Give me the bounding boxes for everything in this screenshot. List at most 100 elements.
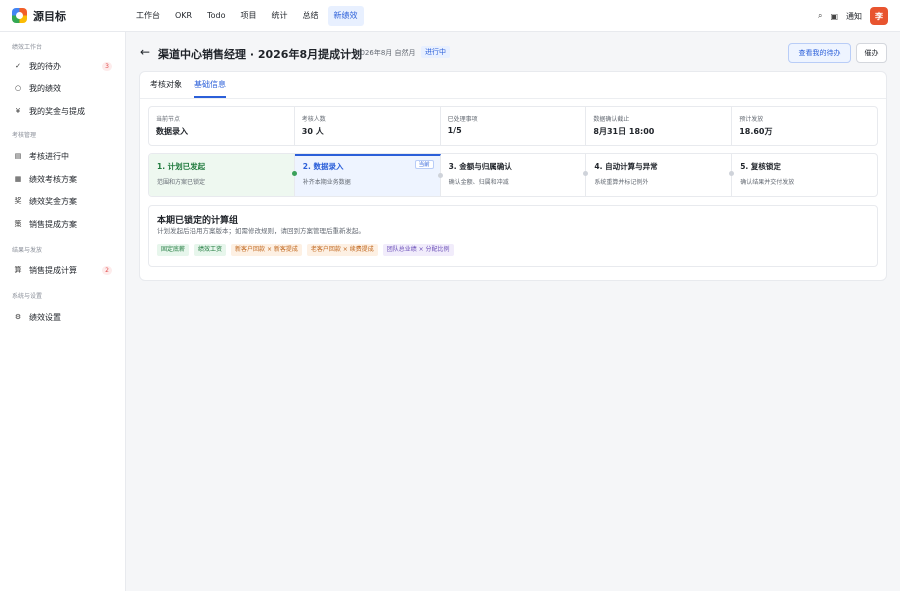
calc-chip: 绩效工资 [194, 244, 227, 256]
yen-icon: ¥ [15, 107, 21, 115]
step-auto-calc[interactable]: 4. 自动计算与异常 系统重算并标记例外 [586, 154, 735, 196]
stat-current-node: 当前节点 数据录入 [149, 107, 295, 145]
sidebar-item-label: 我的绩效 [29, 83, 61, 93]
calc-chip: 老客户回款 × 续费提成 [306, 244, 378, 256]
stat-value: 8月31日 18:00 [593, 127, 655, 136]
step-review-lock[interactable]: 5. 复核锁定 确认结果并交付发放 [732, 154, 877, 196]
calc-chip: 新客户回款 × 新客提成 [231, 244, 302, 256]
current-step-badge: 当前 [414, 160, 434, 169]
sidebar: 绩效工作台 ✓ 我的待办 3 ○ 我的绩效 ¥ 我的奖金与提成 考核管理 ▤ 考… [0, 32, 126, 591]
nav-new-performance[interactable]: 新绩效 [327, 5, 364, 26]
step-desc: 范围和方案已锁定 [157, 179, 206, 186]
step-title: 3. 金额与归属确认 [448, 162, 512, 171]
step-plan-launched[interactable]: 1. 计划已发起 范围和方案已锁定 [149, 154, 297, 196]
sidebar-item-label: 我的待办 [29, 61, 61, 71]
list-icon: ▤ [14, 152, 22, 160]
step-dot [291, 171, 297, 176]
stat-label: 预计发放 [739, 116, 764, 123]
plan-period: 2026年8月 自然月 [356, 49, 416, 57]
sidebar-item-commission-plan[interactable]: 策 销售提成方案 [0, 214, 126, 234]
stat-value: 30 人 [301, 127, 324, 136]
step-desc: 补齐本期业务数据 [302, 179, 351, 186]
gear-icon: ⚙ [14, 313, 22, 321]
sidebar-item-my-todo[interactable]: ✓ 我的待办 3 [0, 56, 126, 76]
view-my-todo-button[interactable]: 查看我的待办 [788, 43, 851, 63]
stat-value: 数据录入 [156, 127, 188, 136]
sidebar-item-performance-settings[interactable]: ⚙ 绩效设置 [0, 307, 126, 327]
stat-expected-payout: 预计发放 18.60万 [732, 107, 877, 145]
step-title: 4. 自动计算与异常 [594, 162, 658, 171]
calc-count-badge: 2 [102, 265, 112, 275]
notification-link[interactable]: 通知 [846, 11, 862, 22]
sidebar-item-label: 销售提成方案 [29, 219, 77, 229]
stat-deadline: 数据确认截止 8月31日 18:00 [586, 107, 733, 145]
stats-summary: 当前节点 数据录入 考核人数 30 人 已处理事项 1/5 数据确认截止 8月3… [148, 106, 878, 146]
calc-chip: 固定底薪 [157, 244, 190, 256]
sidebar-item-in-progress[interactable]: ▤ 考核进行中 [0, 146, 126, 166]
urge-button[interactable]: 催办 [856, 43, 887, 63]
sidebar-item-assessment-plan[interactable]: ▦ 绩效考核方案 [0, 169, 126, 189]
plan-detail-card: 考核对象 基础信息 当前节点 数据录入 考核人数 30 人 已处理事项 1/5 … [139, 71, 887, 281]
detail-tabs: 考核对象 基础信息 [150, 72, 238, 98]
circle-icon: ○ [14, 84, 22, 92]
avatar[interactable]: 李 [870, 7, 888, 25]
back-arrow-icon[interactable]: ← [140, 45, 150, 59]
sidebar-item-bonus-plan[interactable]: 奖 绩效奖金方案 [0, 191, 126, 211]
tab-basic-info[interactable]: 基础信息 [194, 72, 226, 98]
nav-stats[interactable]: 统计 [266, 6, 294, 26]
step-desc: 确认结果并交付发放 [740, 179, 795, 186]
calc-chip-list: 固定底薪 绩效工资 新客户回款 × 新客提成 老客户回款 × 续费提成 团队总业… [157, 244, 459, 256]
stat-label: 已处理事项 [447, 116, 478, 123]
stat-label: 考核人数 [301, 116, 326, 123]
step-data-entry[interactable]: 2. 数据录入 补齐本期业务数据 当前 [294, 154, 443, 196]
grid-icon: ▦ [14, 175, 22, 183]
status-badge: 进行中 [421, 46, 450, 58]
step-desc: 系统重算并标记例外 [594, 179, 649, 186]
top-bar: 源目标 工作台 OKR Todo 项目 统计 总结 新绩效 ⌕ ▣ 通知 李 [0, 0, 900, 32]
sidebar-group-settings: 系统与设置 [12, 293, 43, 300]
check-icon: ✓ [15, 62, 21, 70]
nav-workbench[interactable]: 工作台 [130, 6, 166, 26]
sidebar-item-label: 销售提成计算 [29, 265, 77, 275]
stat-value: 1/5 [447, 126, 462, 135]
sidebar-item-label: 考核进行中 [29, 151, 69, 161]
app-logo[interactable]: 源目标 [12, 8, 130, 24]
stat-value: 18.60万 [739, 127, 773, 136]
stat-processed: 已处理事项 1/5 [441, 107, 587, 145]
main-nav: 工作台 OKR Todo 项目 统计 总结 新绩效 [130, 0, 367, 32]
step-title: 5. 复核锁定 [740, 162, 781, 171]
sidebar-item-my-bonus[interactable]: ¥ 我的奖金与提成 [0, 101, 126, 121]
locked-calc-groups: 本期已锁定的计算组 计划发起后沿用方案版本；如需修改规则，请回到方案管理后重新发… [148, 205, 878, 267]
sidebar-group-workbench: 绩效工作台 [12, 44, 43, 51]
tab-assessment-targets[interactable]: 考核对象 [150, 72, 182, 98]
tabs-divider [140, 98, 886, 99]
sidebar-item-label: 绩效考核方案 [29, 174, 77, 184]
calc-icon: 算 [14, 266, 22, 274]
sidebar-group-assessment: 考核管理 [12, 132, 37, 139]
sidebar-item-commission-calc[interactable]: 算 销售提成计算 2 [0, 260, 126, 280]
process-steps: 1. 计划已发起 范围和方案已锁定 2. 数据录入 补齐本期业务数据 当前 3.… [148, 153, 878, 197]
step-amount-confirm[interactable]: 3. 金额与归属确认 确认金额、归属和冲减 [441, 154, 589, 196]
bonus-icon: 奖 [14, 197, 22, 205]
sidebar-item-my-performance[interactable]: ○ 我的绩效 [0, 78, 126, 98]
search-icon[interactable]: ⌕ [818, 11, 822, 21]
page-title: 渠道中心销售经理 · 2026年8月提成计划 [158, 48, 363, 61]
app-name: 源目标 [33, 9, 66, 23]
step-dot [437, 173, 443, 178]
sidebar-item-label: 绩效设置 [29, 312, 61, 322]
top-right-tools: ⌕ ▣ 通知 李 [810, 0, 888, 32]
sidebar-item-label: 绩效奖金方案 [29, 196, 77, 206]
sidebar-item-label: 我的奖金与提成 [29, 106, 85, 116]
sidebar-group-results: 结果与发放 [12, 247, 43, 254]
panel-icon[interactable]: ▣ [830, 12, 838, 21]
stat-label: 数据确认截止 [593, 116, 630, 123]
nav-todo[interactable]: Todo [201, 6, 231, 26]
calc-chip: 团队总业绩 × 分配比例 [382, 244, 454, 256]
nav-summary[interactable]: 总结 [297, 6, 325, 26]
logo-icon [12, 8, 27, 23]
stat-headcount: 考核人数 30 人 [295, 107, 441, 145]
nav-project[interactable]: 项目 [235, 6, 263, 26]
nav-okr[interactable]: OKR [169, 6, 198, 26]
policy-icon: 策 [14, 220, 22, 228]
calc-desc: 计划发起后沿用方案版本；如需修改规则，请回到方案管理后重新发起。 [157, 227, 365, 235]
